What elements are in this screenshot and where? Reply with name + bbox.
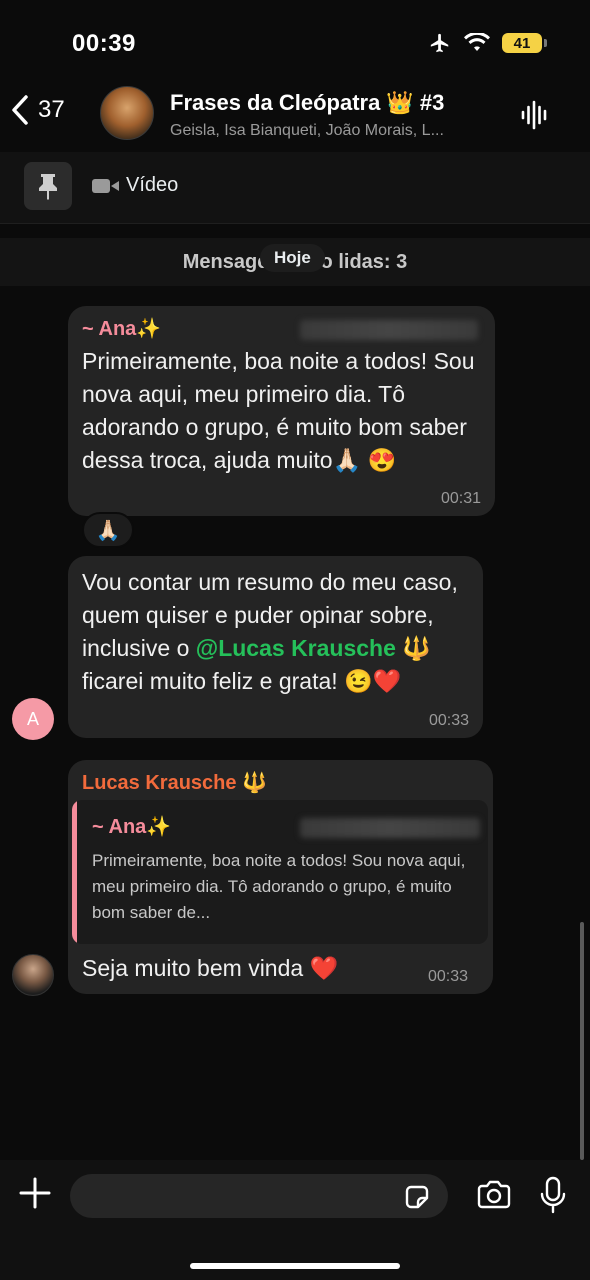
message-time: 00:33 bbox=[428, 968, 469, 985]
video-icon bbox=[92, 178, 119, 193]
pin-button[interactable] bbox=[24, 162, 72, 210]
unread-count: 37 bbox=[38, 96, 65, 123]
status-time: 00:39 bbox=[72, 30, 136, 57]
back-button[interactable]: 37 bbox=[10, 94, 65, 126]
chevron-left-icon bbox=[12, 95, 28, 125]
plus-icon bbox=[19, 1177, 51, 1209]
group-members: Geisla, Isa Bianqueti, João Morais, L... bbox=[170, 122, 444, 139]
pinned-label: Vídeo bbox=[126, 174, 179, 196]
avatar[interactable] bbox=[12, 954, 54, 996]
quote-text: Primeiramente, boa noite a todos! Sou no… bbox=[92, 851, 466, 922]
message-time: 00:33 bbox=[428, 712, 469, 729]
message-input[interactable] bbox=[70, 1174, 448, 1218]
attach-button[interactable] bbox=[18, 1176, 52, 1215]
quote-sender: ~ Ana✨ bbox=[92, 816, 172, 838]
pin-icon bbox=[39, 174, 57, 200]
quoted-message[interactable]: ~ Ana✨ Primeiramente, boa noite a todos!… bbox=[72, 800, 488, 944]
message-text: Vou contar um resumo do meu caso, quem q… bbox=[82, 566, 472, 698]
message-text: Seja muito bem vinda ❤️ bbox=[82, 955, 339, 981]
chat-header: 37 Frases da Cleópatra 👑 #3 Geisla, Isa … bbox=[0, 80, 590, 152]
voice-chat-button[interactable] bbox=[520, 100, 550, 135]
sticker-button[interactable] bbox=[402, 1182, 432, 1217]
waveform-icon bbox=[521, 100, 547, 130]
home-indicator[interactable] bbox=[190, 1263, 400, 1269]
message-reaction[interactable]: 🙏🏻 bbox=[82, 512, 134, 548]
message-text: Primeiramente, boa noite a todos! Sou no… bbox=[82, 348, 475, 473]
sender-name[interactable]: Lucas Krausche 🔱 bbox=[82, 770, 479, 795]
composer-bar bbox=[0, 1160, 590, 1280]
mention-link[interactable]: @Lucas Krausche bbox=[196, 635, 396, 661]
scrollbar[interactable] bbox=[580, 922, 584, 1160]
message-bubble[interactable]: Vou contar um resumo do meu caso, quem q… bbox=[68, 556, 483, 738]
message-bubble[interactable]: ~ Ana✨ Primeiramente, boa noite a todos!… bbox=[68, 306, 495, 516]
quote-accent-bar bbox=[72, 800, 77, 944]
message-time: 00:31 bbox=[440, 490, 481, 507]
pinned-message-bar[interactable]: Vídeo bbox=[0, 152, 590, 224]
quote-phone-blurred bbox=[300, 818, 480, 838]
sender-phone-blurred bbox=[300, 320, 478, 340]
battery-indicator: 41 bbox=[502, 33, 547, 53]
camera-icon bbox=[477, 1180, 511, 1209]
status-icons: 41 bbox=[428, 32, 547, 54]
date-chip: Hoje bbox=[260, 244, 325, 272]
group-avatar[interactable] bbox=[100, 86, 154, 140]
pinned-content: Vídeo bbox=[92, 174, 178, 197]
airplane-icon bbox=[430, 33, 449, 53]
group-info[interactable]: Frases da Cleópatra 👑 #3 Geisla, Isa Bia… bbox=[170, 90, 500, 140]
microphone-button[interactable] bbox=[540, 1176, 566, 1219]
group-title: Frases da Cleópatra 👑 #3 bbox=[170, 90, 445, 115]
status-bar: 00:39 41 bbox=[0, 0, 590, 80]
avatar[interactable]: A bbox=[12, 698, 54, 740]
camera-button[interactable] bbox=[476, 1180, 512, 1215]
microphone-icon bbox=[540, 1176, 566, 1214]
wifi-icon bbox=[464, 33, 490, 51]
sticker-icon bbox=[405, 1185, 429, 1209]
